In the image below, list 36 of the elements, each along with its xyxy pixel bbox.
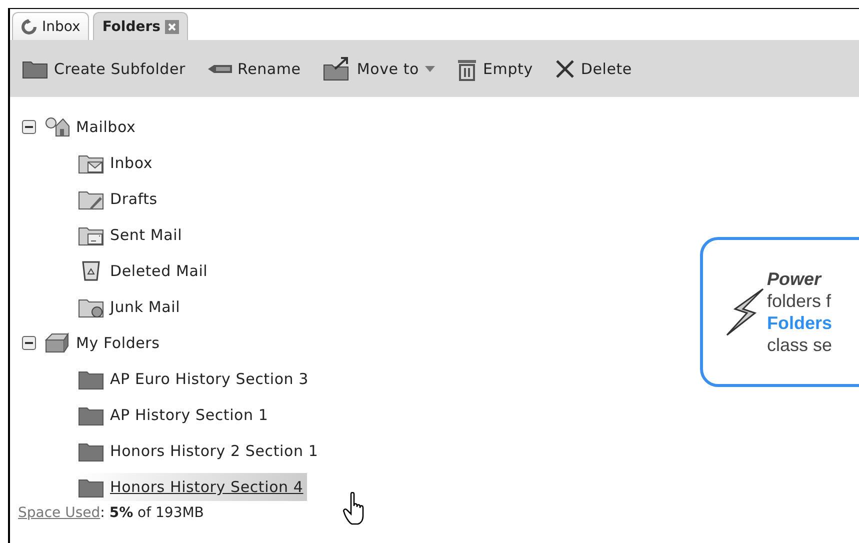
collapse-toggle[interactable] [22, 120, 36, 134]
lightning-icon [725, 287, 765, 337]
tree-item[interactable]: AP History Section 1 [110, 406, 268, 424]
folder-arrow-icon [322, 56, 351, 80]
close-icon [554, 58, 575, 78]
toolbar-button[interactable]: Rename [208, 60, 301, 78]
folder-stack-icon [44, 332, 70, 354]
eraser-icon [208, 64, 232, 74]
callout-text: folders f [767, 290, 832, 312]
tree-item[interactable]: Inbox [110, 154, 153, 172]
toolbar-button[interactable]: Move to [322, 56, 435, 80]
collapse-toggle[interactable] [22, 336, 36, 350]
refresh-icon [21, 18, 37, 34]
tab[interactable]: Inbox [12, 12, 90, 40]
tree-item[interactable]: Mailbox [76, 118, 136, 136]
space-used-value: : 5% of 193MB [100, 505, 204, 521]
space-used-link[interactable]: Space Used [18, 505, 100, 521]
tree-item[interactable]: Honors History 2 Section 1 [110, 442, 318, 460]
tree-item[interactable]: Honors History Section 4 [110, 478, 304, 496]
tree-item[interactable]: Sent Mail [110, 226, 182, 244]
toolbar-button[interactable]: Create Subfolder [22, 58, 186, 78]
toolbar-button[interactable]: Delete [554, 58, 632, 78]
callout-text: Power [767, 268, 823, 290]
tree-item[interactable]: Deleted Mail [110, 262, 208, 280]
tree-item[interactable]: Drafts [110, 190, 158, 208]
hovered-tree-row[interactable]: Honors History Section 4 [78, 473, 308, 501]
tree-item[interactable]: My Folders [76, 334, 160, 352]
tree-item[interactable]: Junk Mail [110, 298, 180, 316]
toolbar-button[interactable]: Empty [457, 56, 533, 80]
tab[interactable]: Folders [93, 12, 188, 40]
callout-text: class se [767, 334, 832, 356]
mailbox-icon [44, 116, 70, 138]
close-icon[interactable] [165, 20, 180, 34]
callout-text: Folders [767, 312, 832, 334]
tree-item[interactable]: AP Euro History Section 3 [110, 370, 309, 388]
folder-icon [22, 58, 48, 78]
